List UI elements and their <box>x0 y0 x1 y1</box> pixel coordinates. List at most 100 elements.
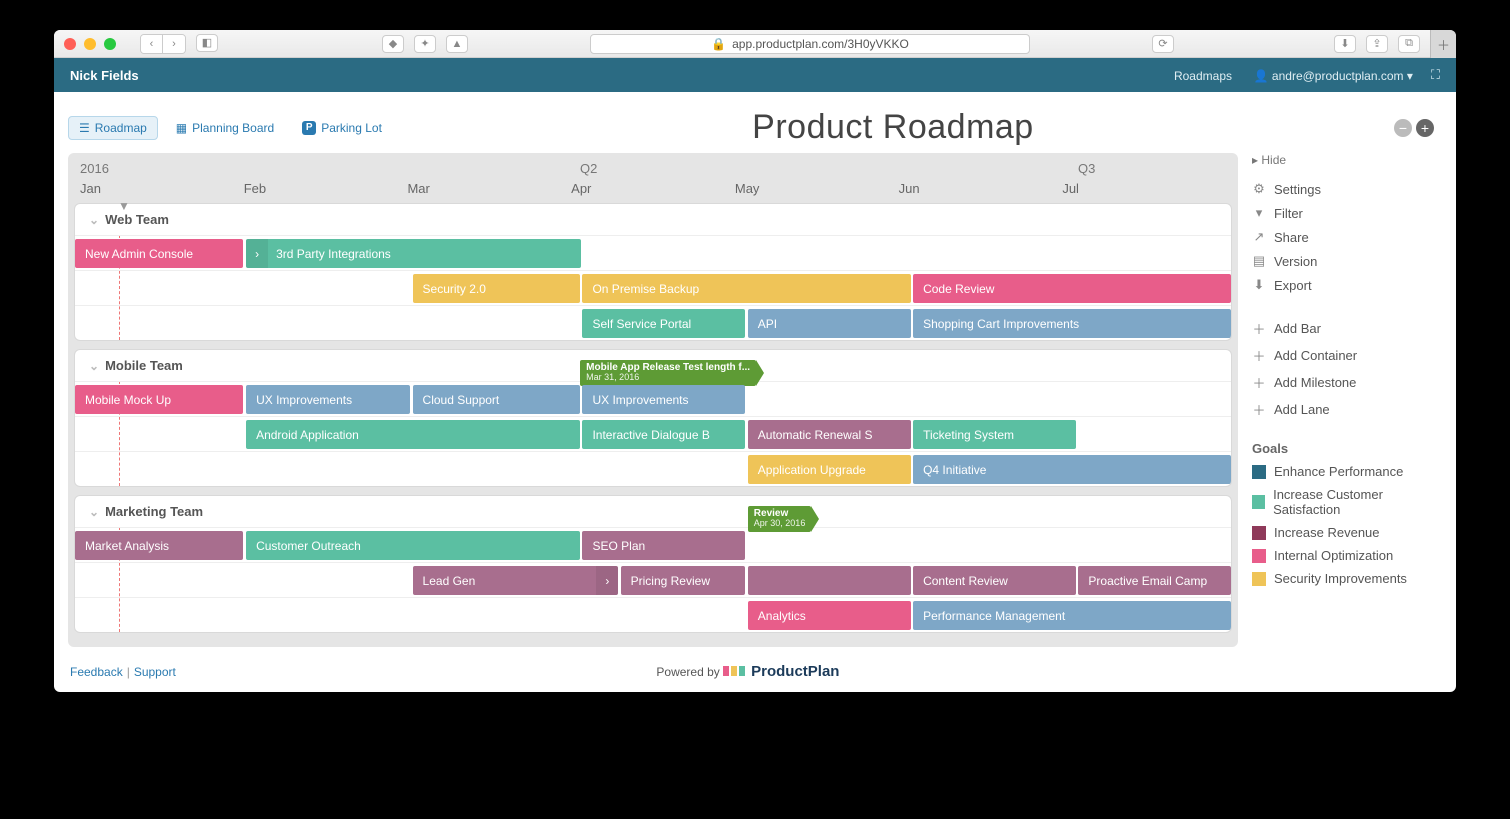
view-parking-lot[interactable]: PParking Lot <box>292 116 392 140</box>
goal-item[interactable]: Increase Revenue <box>1252 521 1442 544</box>
chevron-right-icon: › <box>246 239 268 268</box>
timeline-header: 2016 Q2 Q3 JanFebMarAprMayJunJul <box>74 159 1232 203</box>
bar-label: SEO Plan <box>592 539 645 553</box>
maximize-icon[interactable] <box>104 38 116 50</box>
roadmap-bar[interactable]: Market Analysis <box>75 531 243 560</box>
bar-label: Q4 Initiative <box>923 463 986 477</box>
roadmap-bar[interactable]: Ticketing System <box>913 420 1076 449</box>
roadmap-bar[interactable]: New Admin Console <box>75 239 243 268</box>
address-bar[interactable]: 🔒 app.productplan.com/3H0yVKKO <box>590 34 1030 54</box>
bar-label: UX Improvements <box>256 393 352 407</box>
playhead-marker[interactable] <box>118 199 130 213</box>
lane-row: Application Upgrade Q4 Initiative <box>75 451 1231 486</box>
hide-sidebar[interactable]: ▸ Hide <box>1252 153 1442 167</box>
nav-back-forward[interactable]: ‹ › <box>140 34 186 54</box>
bar-label: New Admin Console <box>85 247 193 261</box>
page-title: Product Roadmap <box>392 108 1394 147</box>
extension-icon[interactable]: ◆ <box>382 35 404 53</box>
new-tab-button[interactable]: ＋ <box>1430 30 1456 58</box>
roadmap-bar[interactable]: Interactive Dialogue B <box>582 420 745 449</box>
fullscreen-icon[interactable]: ⛶ <box>1431 67 1440 83</box>
add-container[interactable]: ＋Add Container <box>1252 342 1442 369</box>
download-icon[interactable]: ⬇ <box>1334 35 1356 53</box>
roadmap-bar[interactable]: Analytics <box>748 601 911 630</box>
roadmap-bar[interactable]: Self Service Portal <box>582 309 745 338</box>
bar-label: Ticketing System <box>923 428 1014 442</box>
roadmap-bar[interactable]: Content Review <box>913 566 1076 595</box>
lane-header[interactable]: ⌄Web Team <box>75 204 1231 235</box>
zoom-in-button[interactable]: + <box>1416 119 1434 137</box>
forward-button[interactable]: › <box>163 35 185 53</box>
roadmap-bar[interactable]: Application Upgrade <box>748 455 911 484</box>
lane-header[interactable]: ⌄Marketing Team <box>75 496 1231 527</box>
zoom-out-button[interactable]: − <box>1394 119 1412 137</box>
milestone-flag[interactable]: ReviewApr 30, 2016 <box>748 506 812 532</box>
support-link[interactable]: Support <box>134 665 176 679</box>
sidebar-export[interactable]: ⬇Export <box>1252 273 1442 297</box>
add-milestone[interactable]: ＋Add Milestone <box>1252 369 1442 396</box>
roadmap-bar[interactable]: Customer Outreach <box>246 531 580 560</box>
warning-icon[interactable]: ▲ <box>446 35 468 53</box>
roadmap-bar[interactable]: Automatic Renewal S <box>748 420 911 449</box>
add-bar[interactable]: ＋Add Bar <box>1252 315 1442 342</box>
roadmap-bar[interactable]: Lead Gen› <box>413 566 619 595</box>
roadmap-bar[interactable]: Performance Management <box>913 601 1231 630</box>
minimize-icon[interactable] <box>84 38 96 50</box>
close-icon[interactable] <box>64 38 76 50</box>
goal-item[interactable]: Increase Customer Satisfaction <box>1252 483 1442 521</box>
bar-label: Mobile Mock Up <box>85 393 171 407</box>
filter-icon: ▾ <box>1252 205 1266 221</box>
timeline-year: 2016 <box>80 161 109 176</box>
roadmap-bar[interactable]: UX Improvements <box>582 385 745 414</box>
roadmap-bar[interactable]: SEO Plan <box>582 531 745 560</box>
roadmap-bar[interactable]: Cloud Support <box>413 385 581 414</box>
roadmap-bar[interactable]: Mobile Mock Up <box>75 385 243 414</box>
wand-icon[interactable]: ✦ <box>414 35 436 53</box>
tabs-icon[interactable]: ⧉ <box>1398 35 1420 53</box>
reload-button[interactable]: ⟳ <box>1152 35 1174 53</box>
roadmap-bar[interactable]: Android Application <box>246 420 580 449</box>
bar-label: Cloud Support <box>423 393 500 407</box>
roadmap-bar[interactable]: Code Review <box>913 274 1231 303</box>
roadmap-bar[interactable]: Shopping Cart Improvements <box>913 309 1231 338</box>
lane-row: New Admin Console ›3rd Party Integrations <box>75 235 1231 270</box>
sidebar-share[interactable]: ↗Share <box>1252 225 1442 249</box>
sidebar-filter[interactable]: ▾Filter <box>1252 201 1442 225</box>
sidebar-toggle-icon[interactable]: ◧ <box>196 34 218 52</box>
sidebar-settings[interactable]: ⚙Settings <box>1252 177 1442 201</box>
milestone-flag[interactable]: Mobile App Release Test length f...Mar 3… <box>580 360 756 386</box>
add-lane[interactable]: ＋Add Lane <box>1252 396 1442 423</box>
back-button[interactable]: ‹ <box>141 35 163 53</box>
month-label: May <box>735 181 899 196</box>
bar-label: Self Service Portal <box>592 317 691 331</box>
chevron-down-icon: ▾ <box>1407 69 1413 83</box>
user-menu[interactable]: 👤 andre@productplan.com ▾ <box>1254 69 1413 83</box>
view-planning-board[interactable]: ▦Planning Board <box>166 116 284 140</box>
roadmap-bar[interactable]: Security 2.0 <box>413 274 581 303</box>
sidebar-version[interactable]: ▤Version <box>1252 249 1442 273</box>
roadmap-bar[interactable]: UX Improvements <box>246 385 410 414</box>
bar-label: UX Improvements <box>592 393 688 407</box>
lane-row: AnalyticsPerformance Management <box>75 597 1231 632</box>
roadmap-bar[interactable]: ›3rd Party Integrations <box>246 239 581 268</box>
goal-label: Enhance Performance <box>1274 464 1403 479</box>
roadmap-bar[interactable]: Q4 Initiative <box>913 455 1231 484</box>
roadmap-bar[interactable]: Pricing Review <box>621 566 746 595</box>
goal-item[interactable]: Enhance Performance <box>1252 460 1442 483</box>
lane-row: ReviewApr 30, 2016Market AnalysisCustome… <box>75 527 1231 562</box>
month-label: Apr <box>571 181 735 196</box>
lane-body: New Admin Console ›3rd Party Integrations… <box>75 235 1231 340</box>
share-icon[interactable]: ⇪ <box>1366 35 1388 53</box>
roadmap-bar[interactable] <box>748 566 911 595</box>
nav-roadmaps[interactable]: Roadmaps <box>1174 69 1232 83</box>
roadmap-bar[interactable]: Proactive Email Camp <box>1078 566 1231 595</box>
view-roadmap[interactable]: ☰Roadmap <box>68 116 158 140</box>
goal-item[interactable]: Security Improvements <box>1252 567 1442 590</box>
feedback-link[interactable]: Feedback <box>70 665 123 679</box>
bar-label: Pricing Review <box>631 574 710 588</box>
window-controls[interactable] <box>64 38 116 50</box>
goal-item[interactable]: Internal Optimization <box>1252 544 1442 567</box>
roadmap-bar[interactable]: API <box>748 309 911 338</box>
owner-name: Nick Fields <box>70 68 139 83</box>
roadmap-bar[interactable]: On Premise Backup <box>582 274 910 303</box>
